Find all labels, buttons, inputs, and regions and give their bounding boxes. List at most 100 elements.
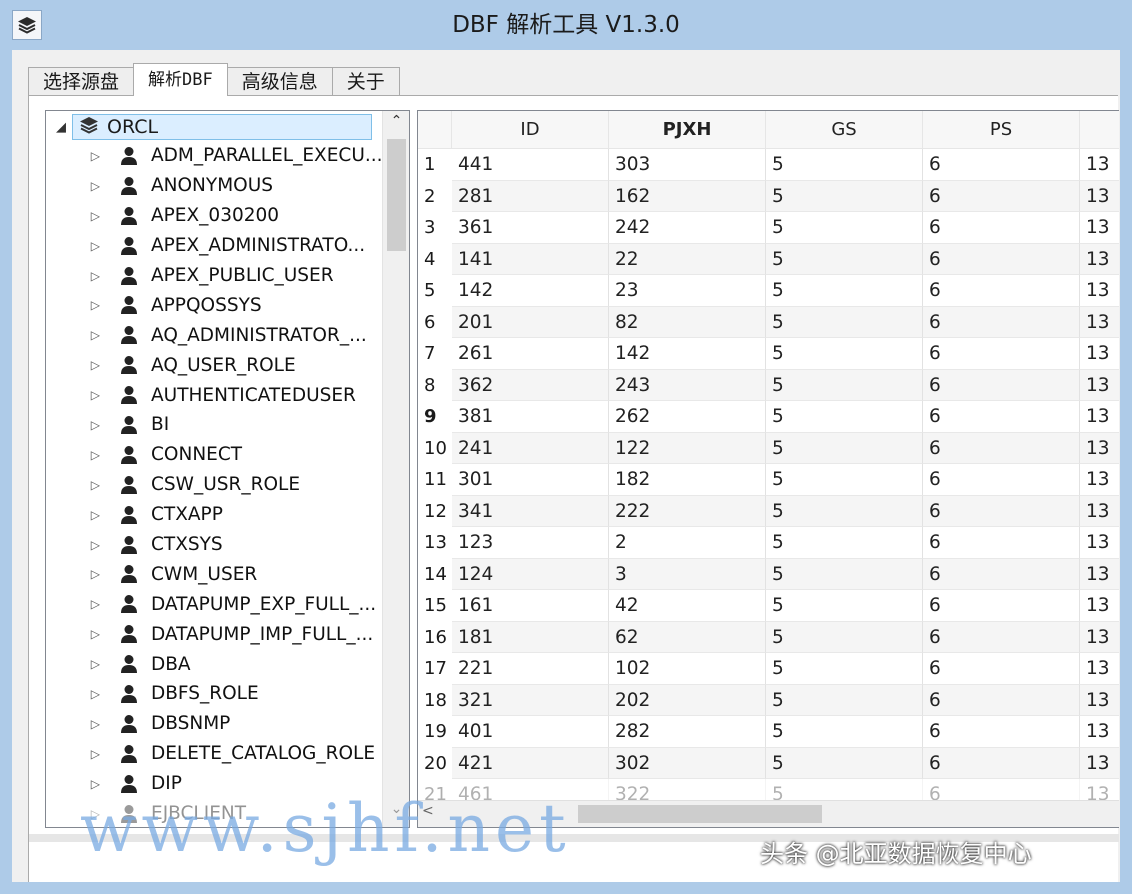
table-cell[interactable]: 6 — [923, 716, 1080, 748]
tree-item[interactable]: ▷ CWM_USER — [46, 559, 383, 589]
table-cell[interactable]: 5 — [766, 716, 923, 748]
tree-item[interactable]: ▷ APEX_ADMINISTRATO... — [46, 231, 383, 261]
table-cell[interactable]: 6 — [923, 527, 1080, 559]
table-cell[interactable]: 13 — [1080, 338, 1119, 370]
table-cell[interactable]: 22 — [609, 243, 766, 275]
table-cell[interactable]: 13 — [1080, 747, 1119, 779]
table-cell[interactable]: 6 — [923, 653, 1080, 685]
tree-root-selection[interactable]: ORCL — [72, 114, 372, 140]
table-cell[interactable]: 5 — [766, 653, 923, 685]
table-cell[interactable]: 13 — [1080, 464, 1119, 496]
collapse-triangle-icon[interactable]: ◢ — [50, 120, 72, 135]
table-cell[interactable]: 5 — [766, 495, 923, 527]
table-cell[interactable]: 301 — [452, 464, 609, 496]
table-cell[interactable]: 282 — [609, 716, 766, 748]
expand-triangle-icon[interactable]: ▷ — [46, 269, 100, 283]
tree-item[interactable]: ▷ CONNECT — [46, 440, 383, 470]
expand-triangle-icon[interactable]: ▷ — [46, 418, 100, 432]
table-cell[interactable]: 13 — [1080, 558, 1119, 590]
tree-item[interactable]: ▷ APEX_PUBLIC_USER — [46, 261, 383, 291]
table-row[interactable]: 8 362 243 5 6 13 — [418, 369, 1119, 401]
tree-item[interactable]: ▷ AQ_USER_ROLE — [46, 350, 383, 380]
table-cell[interactable]: 222 — [609, 495, 766, 527]
table-cell[interactable]: 5 — [766, 243, 923, 275]
tree-item[interactable]: ▷ CTXAPP — [46, 500, 383, 530]
table-row[interactable]: 5 142 23 5 6 13 — [418, 275, 1119, 307]
tree-item[interactable]: ▷ BI — [46, 410, 383, 440]
expand-triangle-icon[interactable]: ▷ — [46, 627, 100, 641]
table-cell[interactable]: 141 — [452, 243, 609, 275]
tree-item[interactable]: ▷ DBFS_ROLE — [46, 679, 383, 709]
table-cell[interactable]: 6 — [923, 243, 1080, 275]
table-row[interactable]: 20 421 302 5 6 13 — [418, 747, 1119, 779]
table-cell[interactable]: 361 — [452, 212, 609, 244]
table-cell[interactable]: 5 — [766, 527, 923, 559]
table-cell[interactable]: 5 — [766, 590, 923, 622]
table-cell[interactable]: 281 — [452, 180, 609, 212]
column-header[interactable] — [1080, 111, 1119, 149]
table-cell[interactable]: 202 — [609, 684, 766, 716]
tree-item[interactable]: ▷ DELETE_CATALOG_ROLE — [46, 739, 383, 769]
expand-triangle-icon[interactable]: ▷ — [46, 478, 100, 492]
tree-root[interactable]: ◢ ORCL — [50, 113, 372, 141]
tree-item[interactable]: ▷ ANONYMOUS — [46, 171, 383, 201]
table-cell[interactable]: 3 — [609, 558, 766, 590]
table-cell[interactable]: 124 — [452, 558, 609, 590]
table-cell[interactable]: 6 — [923, 684, 1080, 716]
table-cell[interactable]: 162 — [609, 180, 766, 212]
tab-parse-dbf[interactable]: 解析DBF — [133, 63, 228, 96]
table-cell[interactable]: 401 — [452, 716, 609, 748]
table-cell[interactable]: 303 — [609, 149, 766, 181]
table-cell[interactable]: 6 — [923, 306, 1080, 338]
table-cell[interactable]: 122 — [609, 432, 766, 464]
table-cell[interactable]: 5 — [766, 432, 923, 464]
table-cell[interactable]: 5 — [766, 180, 923, 212]
table-cell[interactable]: 13 — [1080, 527, 1119, 559]
table-cell[interactable]: 5 — [766, 747, 923, 779]
table-cell[interactable]: 6 — [923, 338, 1080, 370]
table-row[interactable]: 11 301 182 5 6 13 — [418, 464, 1119, 496]
table-row[interactable]: 7 261 142 5 6 13 — [418, 338, 1119, 370]
table-cell[interactable]: 102 — [609, 653, 766, 685]
tree-item[interactable]: ▷ DATAPUMP_IMP_FULL_... — [46, 619, 383, 649]
table-row[interactable]: 4 141 22 5 6 13 — [418, 243, 1119, 275]
table-cell[interactable]: 241 — [452, 432, 609, 464]
expand-triangle-icon[interactable]: ▷ — [46, 448, 100, 462]
scroll-thumb[interactable] — [387, 139, 406, 251]
table-cell[interactable]: 6 — [923, 464, 1080, 496]
table-cell[interactable]: 5 — [766, 275, 923, 307]
table-cell[interactable]: 6 — [923, 275, 1080, 307]
table-cell[interactable]: 13 — [1080, 590, 1119, 622]
table-cell[interactable]: 321 — [452, 684, 609, 716]
expand-triangle-icon[interactable]: ▷ — [46, 239, 100, 253]
table-cell[interactable]: 6 — [923, 149, 1080, 181]
table-cell[interactable]: 142 — [609, 338, 766, 370]
tab-advanced-info[interactable]: 高级信息 — [226, 67, 333, 96]
table-cell[interactable]: 243 — [609, 369, 766, 401]
table-cell[interactable]: 23 — [609, 275, 766, 307]
expand-triangle-icon[interactable]: ▷ — [46, 209, 100, 223]
table-cell[interactable]: 6 — [923, 432, 1080, 464]
table-row[interactable]: 17 221 102 5 6 13 — [418, 653, 1119, 685]
table-row[interactable]: 12 341 222 5 6 13 — [418, 495, 1119, 527]
table-cell[interactable]: 6 — [923, 369, 1080, 401]
tree-item[interactable]: ▷ APPQOSSYS — [46, 290, 383, 320]
tab-about[interactable]: 关于 — [331, 67, 400, 96]
table-cell[interactable]: 5 — [766, 212, 923, 244]
table-cell[interactable]: 5 — [766, 401, 923, 433]
table-cell[interactable]: 123 — [452, 527, 609, 559]
table-cell[interactable]: 13 — [1080, 716, 1119, 748]
tree-item[interactable]: ▷ DBSNMP — [46, 709, 383, 739]
expand-triangle-icon[interactable]: ▷ — [46, 777, 100, 791]
column-header[interactable]: ID — [452, 111, 609, 149]
table-cell[interactable]: 201 — [452, 306, 609, 338]
table-cell[interactable]: 362 — [452, 369, 609, 401]
table-row[interactable]: 14 124 3 5 6 13 — [418, 558, 1119, 590]
table-row[interactable]: 9 381 262 5 6 13 — [418, 401, 1119, 433]
table-row[interactable]: 3 361 242 5 6 13 — [418, 212, 1119, 244]
expand-triangle-icon[interactable]: ▷ — [46, 179, 100, 193]
expand-triangle-icon[interactable]: ▷ — [46, 149, 100, 163]
expand-triangle-icon[interactable]: ▷ — [46, 358, 100, 372]
column-header[interactable]: PS — [923, 111, 1080, 149]
table-cell[interactable]: 421 — [452, 747, 609, 779]
